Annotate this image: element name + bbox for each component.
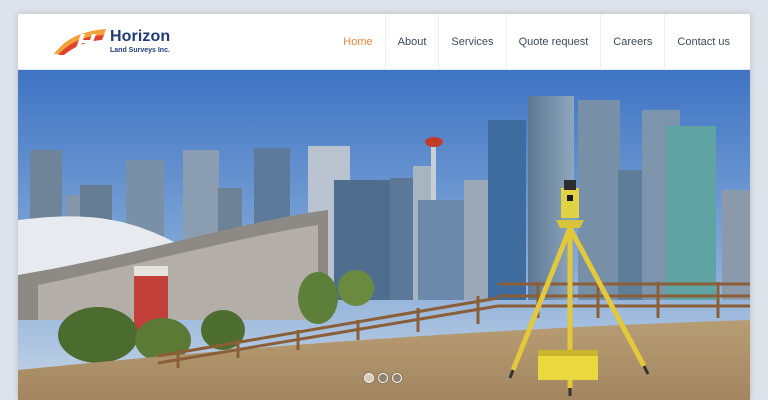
nav-about[interactable]: About <box>384 14 439 69</box>
slider-dot-1[interactable] <box>364 373 374 383</box>
site-header: Horizon Land Surveys Inc. Home About Ser… <box>18 14 750 70</box>
brand-logo[interactable]: Horizon Land Surveys Inc. <box>52 26 192 58</box>
slider-dot-2[interactable] <box>378 373 388 383</box>
nav-services[interactable]: Services <box>438 14 505 69</box>
brand-tagline: Land Surveys Inc. <box>110 47 170 54</box>
brand-name: Horizon <box>110 28 171 45</box>
hero-slider <box>18 70 750 400</box>
nav-home[interactable]: Home <box>331 14 384 69</box>
main-nav: Home About Services Quote request Career… <box>331 14 742 69</box>
nav-quote-request[interactable]: Quote request <box>505 14 601 69</box>
slider-dot-3[interactable] <box>392 373 402 383</box>
nav-contact-us[interactable]: Contact us <box>664 14 742 69</box>
nav-careers[interactable]: Careers <box>600 14 664 69</box>
horizon-logo-icon <box>54 29 106 55</box>
slider-dots <box>364 373 402 383</box>
website-frame: Horizon Land Surveys Inc. Home About Ser… <box>18 14 750 400</box>
hero-image <box>18 70 750 400</box>
